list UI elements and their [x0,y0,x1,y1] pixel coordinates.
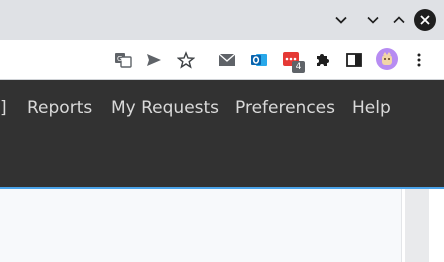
maximize-icon[interactable] [388,9,410,31]
extension-badge: 4 [292,61,305,73]
scrollbar-thumb[interactable] [405,189,429,262]
nav-item-reports[interactable]: Reports [27,96,92,120]
nav-item-help[interactable]: Help [352,96,391,120]
send-icon[interactable] [143,49,165,71]
nav-partial-bracket: ] [0,98,7,118]
avatar[interactable] [376,48,398,70]
sidepanel-icon[interactable] [343,49,365,71]
nav-item-my-requests[interactable]: My Requests [111,96,219,120]
puzzle-icon[interactable] [312,49,334,71]
chevron-down-icon[interactable] [330,9,352,31]
mail-icon[interactable] [216,49,238,71]
more-vert-icon[interactable] [408,49,430,71]
content-area [0,189,401,262]
outlook-icon[interactable] [248,49,270,71]
star-icon[interactable] [175,49,197,71]
minimize-icon[interactable] [362,9,384,31]
svg-text:G: G [117,55,122,63]
close-icon[interactable] [414,9,436,31]
translate-icon[interactable]: G [112,49,134,71]
nav-item-preferences[interactable]: Preferences [235,96,335,120]
